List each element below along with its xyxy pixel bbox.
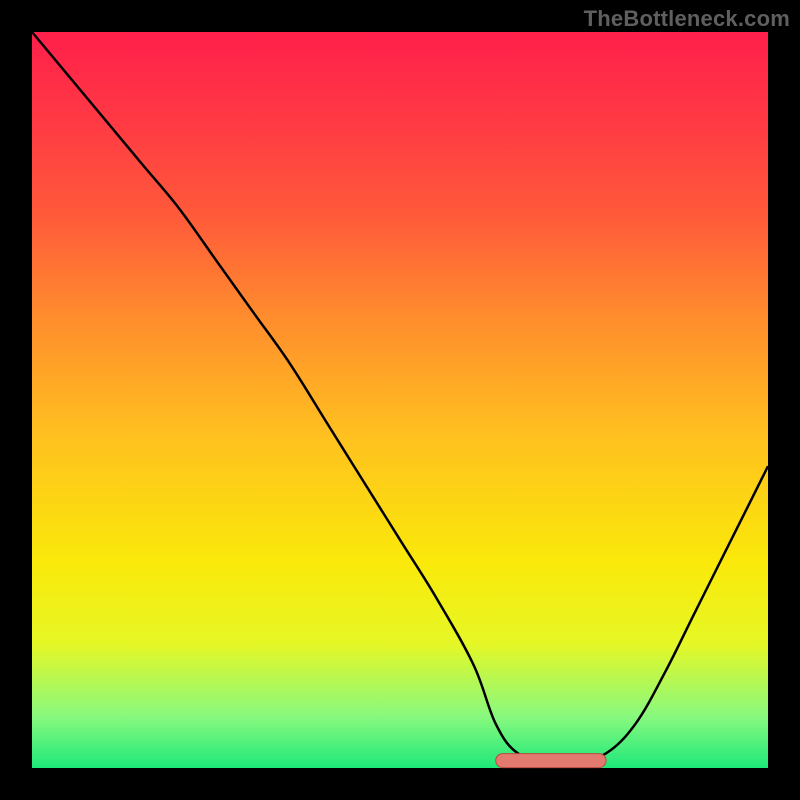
- chart-frame: TheBottleneck.com: [0, 0, 800, 800]
- bottleneck-chart: [0, 0, 800, 800]
- plot-area: [32, 32, 768, 768]
- optimum-marker: [496, 754, 606, 768]
